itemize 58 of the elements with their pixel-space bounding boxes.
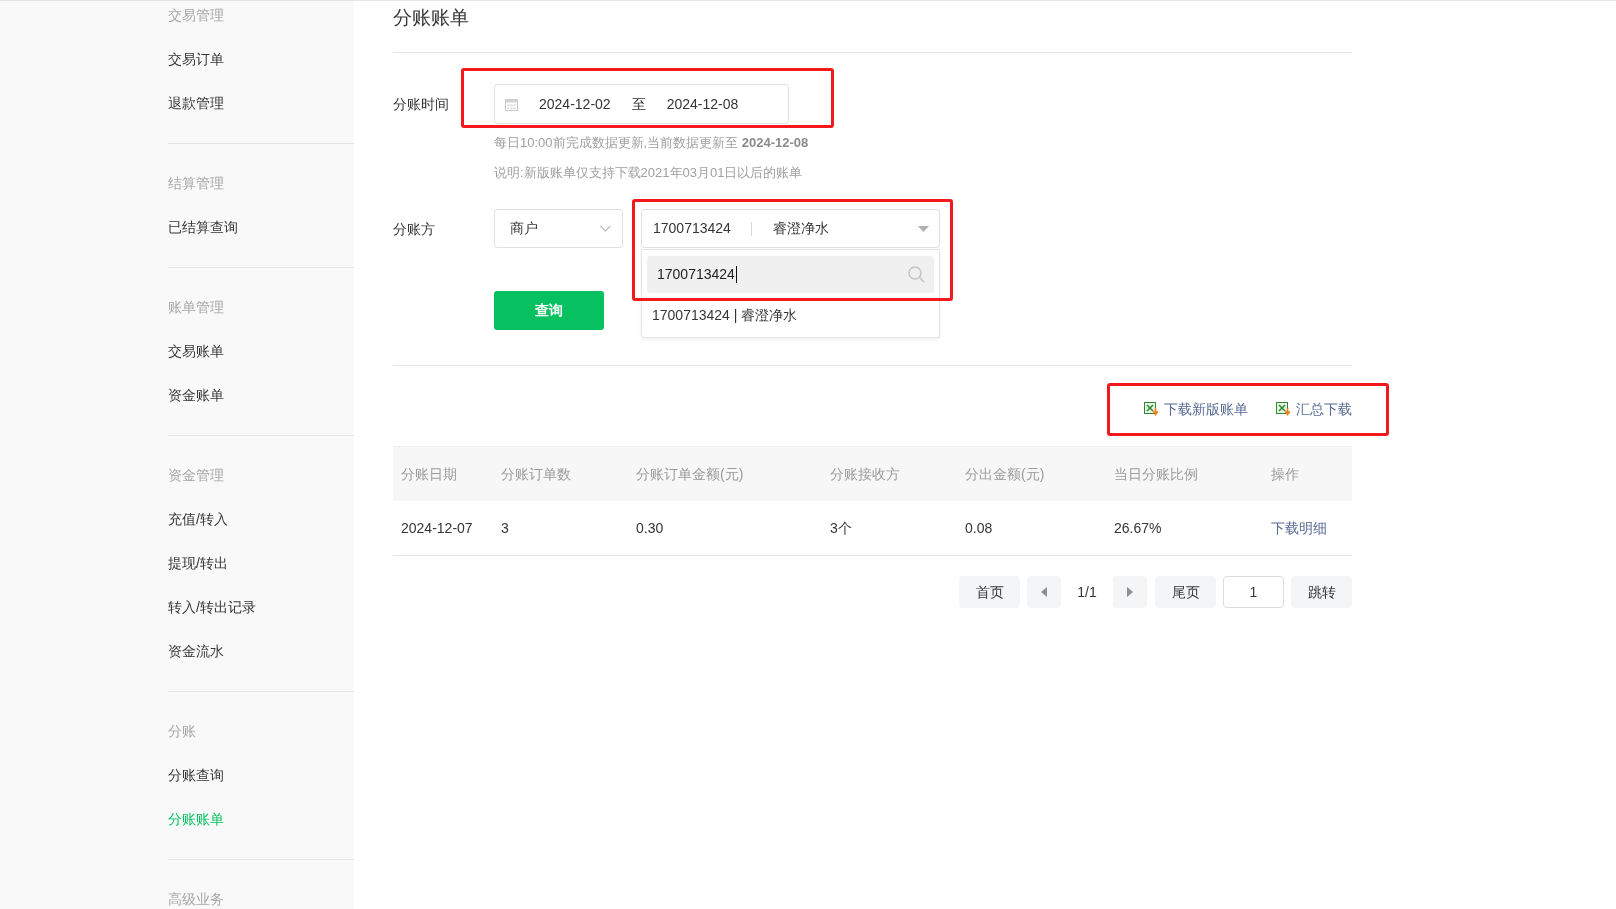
sidebar-item[interactable]: 资金流水	[168, 640, 224, 662]
sidebar-group-title: 账单管理	[168, 297, 224, 317]
sidebar-group-title: 高级业务	[168, 889, 224, 909]
calendar-icon	[505, 97, 518, 111]
party-type-select[interactable]: 商户	[494, 209, 623, 248]
sidebar-item[interactable]: 交易订单	[168, 48, 224, 70]
search-icon	[908, 266, 925, 283]
last-page-button[interactable]: 尾页	[1155, 576, 1216, 608]
hint-text: 每日10:00前完成数据更新,当前数据更新至 2024-12-08	[494, 134, 809, 153]
download-link[interactable]: 汇总下载	[1276, 398, 1352, 420]
sidebar-item[interactable]: 退款管理	[168, 92, 224, 114]
column-header: 分账订单数	[501, 466, 571, 482]
page-number-field[interactable]: 1	[1223, 576, 1284, 608]
download-detail-link[interactable]: 下载明细	[1271, 520, 1327, 536]
table-cell: 3	[501, 520, 509, 536]
sidebar-item[interactable]: 分账查询	[168, 764, 224, 786]
download-link[interactable]: 下载新版账单	[1144, 398, 1248, 420]
table-cell: 2024-12-07	[401, 520, 473, 536]
caret-down-icon	[918, 225, 929, 232]
column-header: 当日分账比例	[1114, 466, 1198, 482]
sidebar-item[interactable]: 充值/转入	[168, 508, 228, 530]
spreadsheet-download-icon	[1276, 402, 1291, 416]
table-cell: 3个	[830, 520, 852, 536]
field-label: 分账时间	[393, 96, 449, 112]
column-header: 分账接收方	[830, 466, 900, 482]
hint-text: 说明:新版账单仅支持下载2021年03月01日以后的账单	[494, 164, 803, 183]
sidebar-item[interactable]: 转入/转出记录	[168, 596, 256, 618]
column-header: 操作	[1271, 466, 1299, 482]
account-select[interactable]: 1700713424 睿澄净水	[641, 209, 940, 248]
spreadsheet-download-icon	[1144, 402, 1159, 416]
caret-left-icon	[1041, 587, 1047, 597]
sidebar-group-title: 资金管理	[168, 465, 224, 485]
dropdown-option[interactable]: 1700713424 | 睿澄净水	[652, 304, 798, 326]
page-indicator: 1/1	[1077, 582, 1097, 602]
search-field[interactable]: 1700713424	[647, 256, 934, 293]
sidebar-item[interactable]: 提现/转出	[168, 552, 228, 574]
sidebar-group-title: 分账	[168, 721, 196, 741]
column-header: 分账日期	[401, 466, 457, 482]
sidebar-group-title: 结算管理	[168, 173, 224, 193]
sidebar-item[interactable]: 交易账单	[168, 340, 224, 362]
column-header: 分出金额(元)	[965, 466, 1045, 482]
first-page-button[interactable]: 首页	[959, 576, 1020, 608]
next-page-button[interactable]	[1113, 576, 1147, 608]
sidebar-group-title: 交易管理	[168, 5, 224, 25]
jump-button[interactable]: 跳转	[1291, 576, 1352, 608]
text-cursor-icon	[735, 266, 737, 283]
page-title: 分账账单	[393, 6, 469, 30]
caret-right-icon	[1127, 587, 1133, 597]
table-cell: 0.30	[636, 520, 664, 536]
sidebar-item[interactable]: 已结算查询	[168, 216, 238, 238]
previous-page-button[interactable]	[1027, 576, 1061, 608]
field-label: 分账方	[393, 220, 435, 237]
chevron-down-icon	[600, 225, 611, 232]
table-cell: 0.08	[965, 520, 993, 536]
date-range-field[interactable]: 2024-12-02 至 2024-12-08	[494, 84, 789, 124]
column-header: 分账订单金额(元)	[636, 466, 744, 482]
table-cell: 26.67%	[1114, 520, 1162, 536]
sidebar-item[interactable]: 资金账单	[168, 384, 224, 406]
